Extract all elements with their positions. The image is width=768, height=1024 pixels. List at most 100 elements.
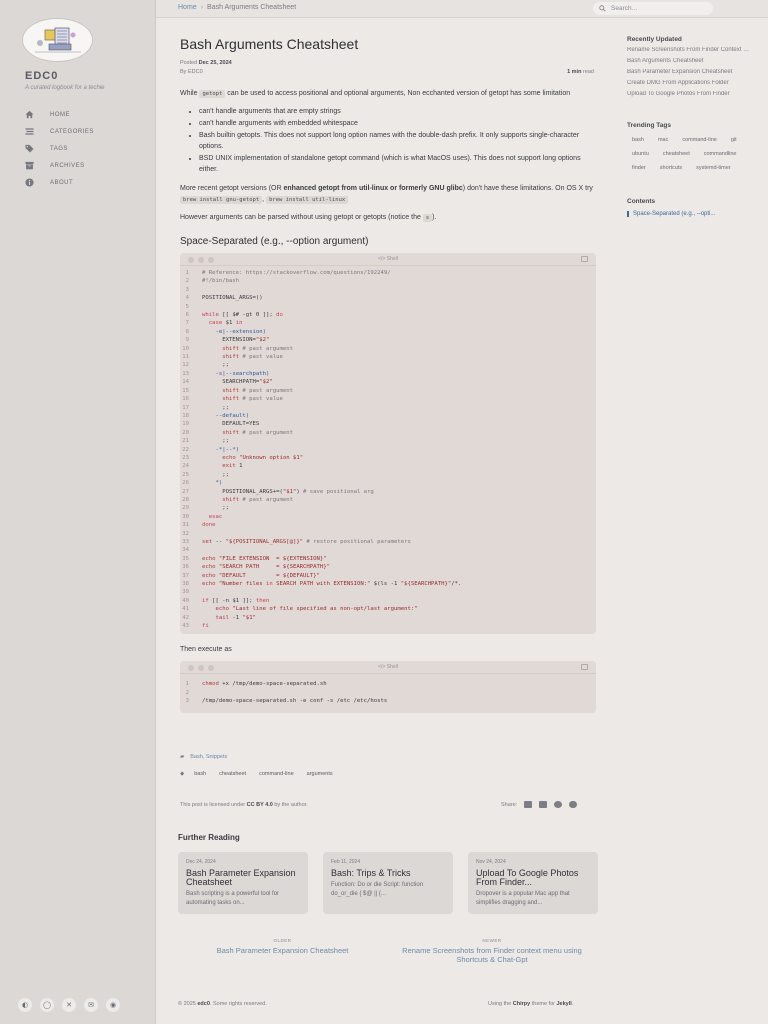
nav-item-label: HOME	[50, 111, 70, 118]
related-card[interactable]: Feb 11, 2024 Bash: Trips & Tricks Functi…	[323, 852, 453, 914]
twitter-icon[interactable]: ✕	[62, 998, 76, 1012]
recent-text-1: More recent getopt versions (OR	[180, 185, 282, 192]
newer-post-link[interactable]: NEWER Rename Screenshots from Finder con…	[392, 938, 592, 964]
code-line: 16 shift # past value	[180, 395, 596, 403]
recent-post-link[interactable]: Bash Arguments Cheatsheet	[627, 58, 753, 65]
line-number: 36	[182, 564, 189, 571]
twitter-share-icon[interactable]	[524, 801, 533, 808]
license-link[interactable]: CC BY 4.0	[247, 802, 273, 808]
code-line: 6 while [[ $# -gt 0 ]]; do	[180, 311, 596, 319]
related-card[interactable]: Dec 24, 2024 Bash Parameter Expansion Ch…	[178, 852, 308, 914]
nav-item-tags[interactable]: TAGS	[0, 140, 156, 157]
rss-icon[interactable]: ◉	[106, 998, 120, 1012]
line-number: 43	[182, 623, 189, 630]
line-number: 30	[182, 513, 189, 520]
code-text: chmod +x /tmp/demo-space-separated.sh	[202, 681, 327, 688]
code-language: </> Shell	[378, 256, 398, 262]
intro-text-2: can be used to access positional and opt…	[227, 90, 571, 97]
recent-post-link[interactable]: Upload To Google Photos From Finder	[627, 91, 753, 98]
nav-item-about[interactable]: ABOUT	[0, 174, 156, 191]
code-line: 39	[180, 588, 596, 596]
github-icon[interactable]: ◯	[40, 998, 54, 1012]
code-line: 29 ;;	[180, 504, 596, 512]
info-circle-icon	[25, 178, 34, 187]
trending-tag[interactable]: shortcuts	[655, 162, 687, 174]
card-description: Function: Do or die Script: function do_…	[331, 882, 424, 897]
list-item: can't handle arguments that are empty st…	[199, 106, 596, 117]
trending-tag[interactable]: ubuntu	[627, 148, 654, 160]
footer-theme: Using the Chirpy theme for Jekyll.	[488, 1001, 573, 1007]
category-links[interactable]: Bash, Snippets	[190, 754, 227, 760]
copy-icon[interactable]	[581, 664, 588, 671]
copyright-link[interactable]: edc0	[197, 1001, 210, 1007]
related-card[interactable]: Nov 24, 2024 Upload To Google Photos Fro…	[468, 852, 598, 914]
nav-item-categories[interactable]: CATEGORIES	[0, 123, 156, 140]
code-line: 2 #!/bin/bash	[180, 277, 596, 285]
recent-post-link[interactable]: Bash Parameter Expansion Cheatsheet	[627, 69, 753, 76]
code-line: 10 shift # past argument	[180, 345, 596, 353]
code-text: shift # past value	[222, 396, 283, 403]
table-of-contents: Space-Separated (e.g., --opti...	[627, 211, 757, 217]
code-line: 4 POSITIONAL_ARGS=()	[180, 294, 596, 302]
breadcrumb-separator: ›	[200, 4, 204, 11]
line-number: 23	[182, 454, 189, 461]
line-number: 5	[185, 303, 189, 310]
breadcrumb-home-link[interactable]: Home	[178, 4, 197, 11]
code-text: ;;	[202, 471, 229, 478]
telegram-share-icon[interactable]	[554, 801, 563, 808]
nav-item-home[interactable]: HOME	[0, 106, 156, 123]
line-number: 31	[182, 522, 189, 529]
code-lines: 1 # Reference: https://stackoverflow.com/…	[180, 266, 596, 634]
tag-link[interactable]: arguments	[307, 771, 333, 777]
theme-toggle-icon[interactable]: ◐	[18, 998, 32, 1012]
inline-code: brew install gnu-getopt	[180, 196, 263, 204]
trending-tag[interactable]: git	[726, 134, 742, 146]
code-text: echo "SEARCH PATH = ${SEARCHPATH}"	[202, 564, 330, 571]
post-author[interactable]: EDC0	[188, 69, 203, 75]
older-post-link[interactable]: OLDER Bash Parameter Expansion Cheatshee…	[190, 938, 375, 955]
tag-link[interactable]: command-line	[259, 771, 294, 777]
line-number: 32	[182, 530, 189, 537]
trending-tag[interactable]: finder	[627, 162, 651, 174]
tag-link[interactable]: cheatsheet	[219, 771, 246, 777]
then-execute-text: Then execute as	[180, 646, 232, 654]
search-input[interactable]: Search...	[593, 2, 713, 15]
newer-title: Rename Screenshots from Finder context m…	[402, 946, 582, 964]
jekyll-link[interactable]: Jekyll	[557, 1001, 572, 1007]
theme-link[interactable]: Chirpy	[513, 1001, 530, 1007]
inline-code: getopt	[199, 90, 226, 98]
nav-item-label: ABOUT	[50, 179, 74, 186]
site-title[interactable]: EDC0	[25, 70, 58, 82]
tags-icon	[25, 144, 34, 153]
copy-icon[interactable]	[581, 256, 588, 262]
email-icon[interactable]: ✉	[84, 998, 98, 1012]
tag-link[interactable]: bash	[194, 771, 206, 777]
recent-post-link[interactable]: Create DMG From Applications Folder	[627, 80, 753, 87]
code-line: 42 tail -1 "$1"	[180, 614, 596, 622]
trending-tag[interactable]: mac	[653, 134, 673, 146]
code-line: 5	[180, 303, 596, 311]
recent-post-link[interactable]: Rename Screenshots From Finder Context M…	[627, 47, 753, 54]
breadcrumb-current: Bash Arguments Cheatsheet	[207, 4, 297, 11]
trending-tag[interactable]: cheatsheet	[658, 148, 695, 160]
line-number: 2	[185, 278, 189, 285]
nav-item-archives[interactable]: ARCHIVES	[0, 157, 156, 174]
trending-tag[interactable]: command-line	[677, 134, 722, 146]
toc-item[interactable]: Space-Separated (e.g., --opti...	[627, 211, 757, 217]
code-text: ;;	[202, 362, 229, 369]
trending-tag[interactable]: bash	[627, 134, 649, 146]
code-line: 32	[180, 530, 596, 538]
older-title: Bash Parameter Expansion Cheatsheet	[216, 946, 349, 955]
line-number: 2	[185, 689, 189, 696]
card-description: Dropover is a popular Mac app that simpl…	[476, 891, 570, 906]
however-text-2: ).	[432, 214, 437, 221]
trending-tag[interactable]: commandline	[699, 148, 742, 160]
link-copy-icon[interactable]	[569, 801, 578, 808]
trending-tag[interactable]: systemd-timer	[691, 162, 736, 174]
facebook-share-icon[interactable]	[539, 801, 548, 808]
avatar[interactable]	[22, 18, 93, 62]
line-number: 28	[182, 496, 189, 503]
nav-item-label: TAGS	[50, 145, 68, 152]
